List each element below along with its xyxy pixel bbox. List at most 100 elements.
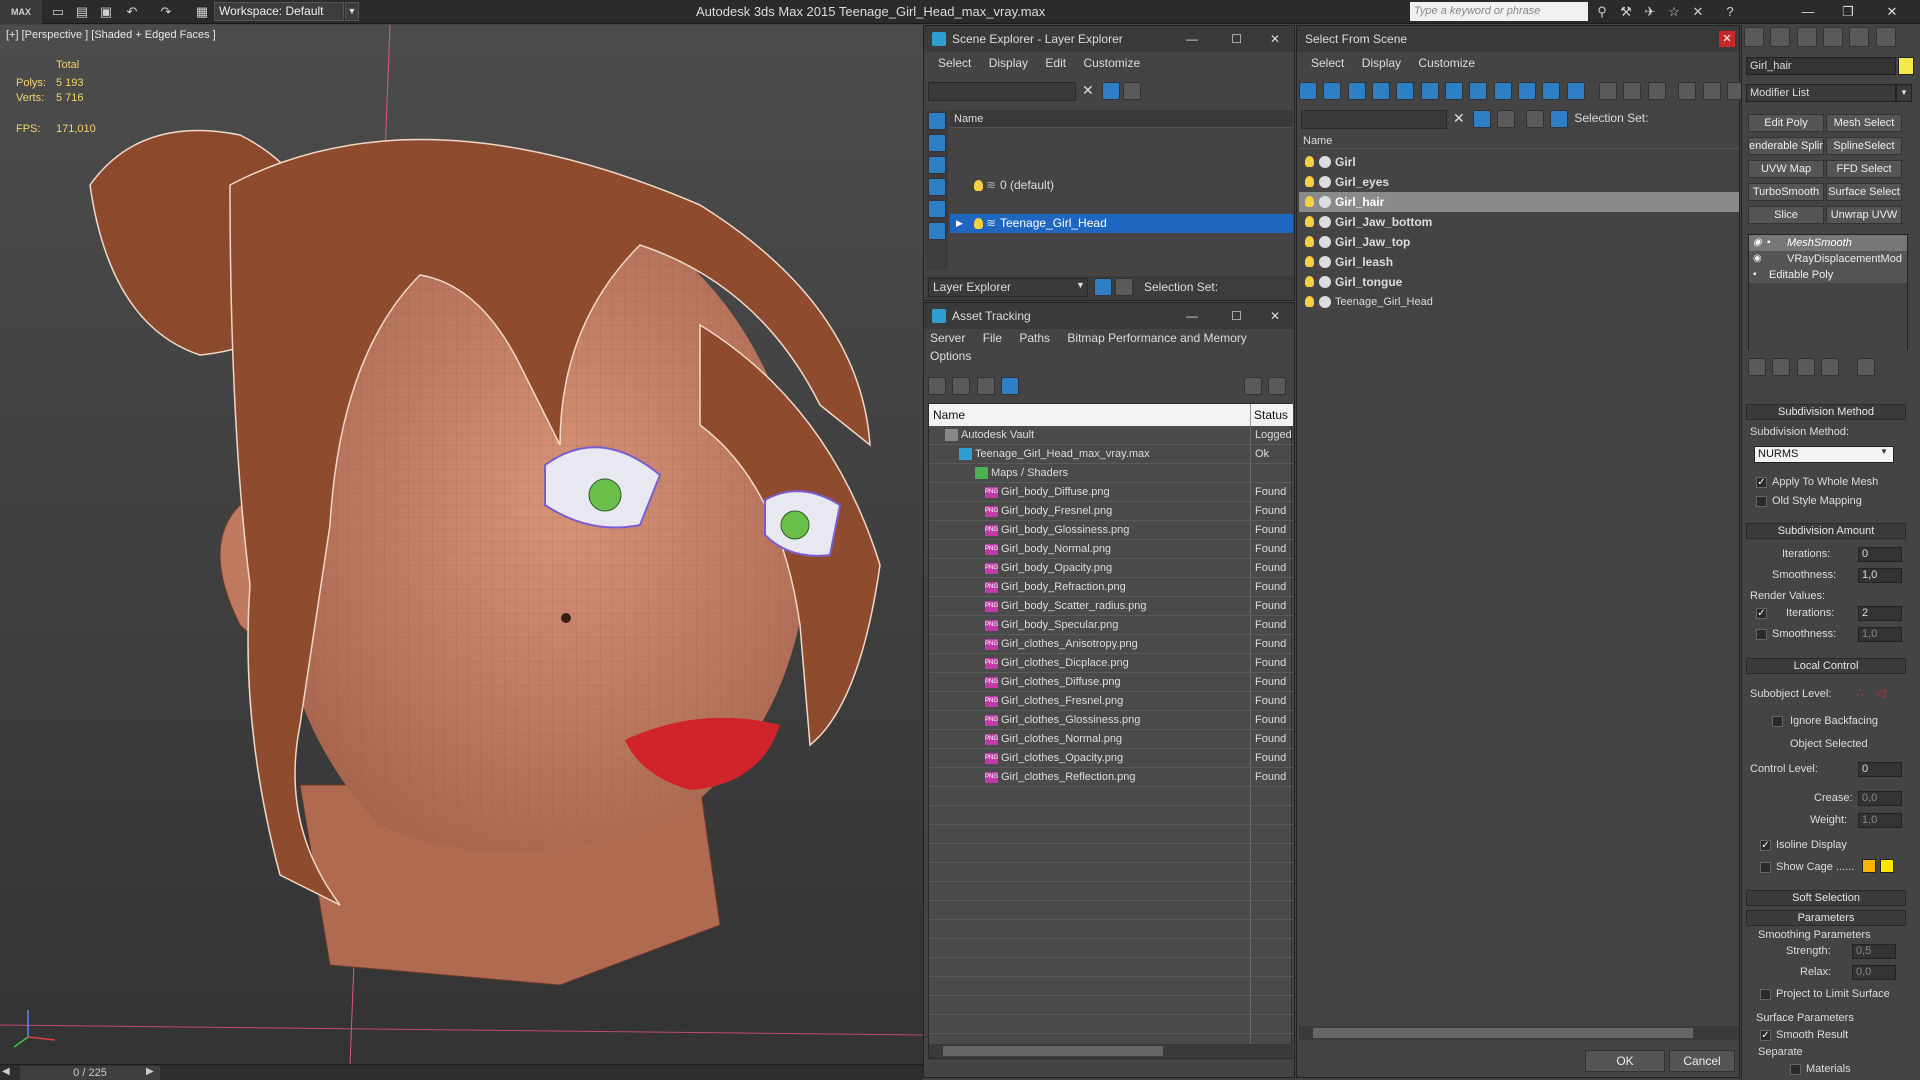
explorer-type-dropdown[interactable]: Layer Explorer (928, 278, 1088, 297)
asset-tracking-titlebar[interactable]: Asset Tracking — ☐ ✕ (924, 303, 1294, 329)
close-icon[interactable]: ✕ (1878, 3, 1906, 21)
light-bulb-icon[interactable] (1305, 296, 1314, 307)
asset-row[interactable]: PNG Girl_body_Glossiness.png Found (929, 521, 1293, 540)
new-file-icon[interactable]: ▭ (50, 4, 66, 20)
light-bulb-icon[interactable] (1305, 256, 1314, 267)
modifier-button[interactable]: Slice (1748, 206, 1824, 224)
crease-spinner[interactable]: 0,0 (1858, 791, 1902, 806)
menu-display[interactable]: Display (1362, 56, 1401, 70)
redo-icon[interactable]: ↷ (158, 4, 174, 20)
pin-stack-icon[interactable] (1748, 358, 1766, 376)
layer-icon[interactable] (1525, 110, 1544, 128)
funnel-icon[interactable] (1678, 82, 1697, 100)
filter-hidden-icon[interactable] (1566, 82, 1585, 100)
app-logo[interactable]: MAX (0, 0, 42, 24)
chevron-down-icon[interactable]: ▼ (1880, 447, 1888, 456)
filter-spacewarps-icon[interactable] (1420, 82, 1439, 100)
show-end-result-icon[interactable] (1772, 358, 1791, 376)
layer-toggle-icon[interactable] (1094, 278, 1112, 296)
stack-item-editable-poly[interactable]: ▪ Editable Poly (1749, 267, 1907, 283)
modifier-button[interactable]: TurboSmooth (1748, 183, 1824, 201)
utilities-tab-icon[interactable] (1875, 27, 1896, 47)
scene-explorer-titlebar[interactable]: Scene Explorer - Layer Explorer — ☐ ✕ (924, 26, 1294, 52)
expand-icon[interactable]: ▪ (1767, 235, 1771, 251)
column-header-name[interactable]: Name (929, 404, 1251, 426)
scene-object-row[interactable]: Teenage_Girl_Head (1299, 292, 1739, 312)
menu-select[interactable]: Select (938, 56, 971, 70)
close-icon[interactable]: ✕ (1719, 31, 1735, 47)
viewport-label[interactable]: [+] [Perspective ] [Shaded + Edged Faces… (6, 29, 216, 41)
modify-tab-icon[interactable] (1770, 27, 1791, 47)
filter-lights-icon[interactable] (1347, 82, 1366, 100)
motion-tab-icon[interactable] (1823, 27, 1844, 47)
filter-cameras-icon[interactable] (1372, 82, 1391, 100)
menu-file[interactable]: File (983, 331, 1002, 345)
asset-row[interactable]: PNG Girl_clothes_Opacity.png Found (929, 749, 1293, 768)
filter-helpers-icon[interactable] (1396, 82, 1415, 100)
hierarchy-mode-icon[interactable] (1550, 110, 1569, 128)
close-x-icon[interactable]: ✕ (1690, 4, 1706, 20)
cage-color-swatch-1[interactable] (1862, 859, 1876, 873)
remove-modifier-icon[interactable] (1821, 358, 1840, 376)
minimize-icon[interactable]: — (1794, 3, 1822, 21)
filter-geometry-icon[interactable] (1299, 82, 1317, 100)
asset-row[interactable]: PNG Girl_body_Normal.png Found (929, 540, 1293, 559)
asset-row[interactable]: PNG Girl_body_Fresnel.png Found (929, 502, 1293, 521)
asset-row[interactable]: PNG Girl_clothes_Fresnel.png Found (929, 692, 1293, 711)
asset-row[interactable]: Maps / Shaders (929, 464, 1293, 483)
menu-bitmap-performance[interactable]: Bitmap Performance and Memory (1067, 331, 1246, 345)
modifier-list-dropdown[interactable]: Modifier List (1746, 84, 1896, 102)
iterations-spinner[interactable]: 0 (1858, 547, 1902, 562)
object-color-swatch[interactable] (1898, 57, 1914, 75)
settings-icon[interactable] (1268, 377, 1287, 395)
display-spacewarps-icon[interactable] (928, 222, 946, 240)
smoothness-spinner[interactable]: 1,0 (1858, 568, 1902, 583)
stack-item-vraydisplacement[interactable]: ◉ VRayDisplacementMod (1749, 251, 1907, 267)
filter-groups-icon[interactable] (1445, 82, 1464, 100)
modifier-button[interactable]: enderable Splir (1748, 137, 1824, 155)
chevron-down-icon[interactable]: ▼ (1896, 84, 1912, 102)
scene-object-row[interactable]: Girl_eyes (1299, 172, 1739, 192)
restore-icon[interactable]: ❐ (1834, 3, 1862, 21)
menu-select[interactable]: Select (1311, 56, 1344, 70)
vertex-subobject-icon[interactable]: ∴ (1856, 686, 1864, 700)
list-view-icon[interactable] (952, 377, 971, 395)
hierarchy-icon[interactable] (1702, 82, 1721, 100)
show-cage-checkbox[interactable] (1760, 862, 1771, 873)
rollout-local-control[interactable]: Local Control (1746, 658, 1906, 674)
filter-xrefs-icon[interactable] (1469, 82, 1488, 100)
materials-checkbox[interactable] (1790, 1064, 1801, 1075)
menu-customize[interactable]: Customize (1418, 56, 1475, 70)
apply-whole-mesh-checkbox[interactable]: ✓ (1756, 477, 1767, 488)
configure-modifier-sets-icon[interactable] (1857, 358, 1876, 376)
binoculars-icon[interactable]: ⚲ (1594, 4, 1610, 20)
asset-row[interactable]: PNG Girl_clothes_Normal.png Found (929, 730, 1293, 749)
edge-subobject-icon[interactable]: ◁ (1876, 686, 1885, 700)
expand-arrow-icon[interactable]: ▶ (956, 214, 963, 233)
filter-icon[interactable] (1473, 110, 1491, 128)
modifier-button[interactable]: Surface Select (1826, 183, 1902, 201)
grid-view-icon[interactable] (1001, 377, 1020, 395)
chevron-down-icon[interactable]: ▼ (345, 2, 359, 21)
light-bulb-icon[interactable] (1305, 156, 1314, 167)
asset-row[interactable]: PNG Girl_clothes_Dicplace.png Found (929, 654, 1293, 673)
project-folder-icon[interactable]: ▦ (194, 4, 210, 20)
project-limit-checkbox[interactable] (1760, 989, 1771, 1000)
select-search-input[interactable] (1301, 110, 1447, 129)
rollout-subdivision-method[interactable]: Subdivision Method (1746, 404, 1906, 420)
asset-row[interactable]: PNG Girl_clothes_Glossiness.png Found (929, 711, 1293, 730)
light-bulb-icon[interactable] (1305, 236, 1314, 247)
menu-paths[interactable]: Paths (1019, 331, 1050, 345)
asset-row[interactable]: PNG Girl_body_Refraction.png Found (929, 578, 1293, 597)
cancel-button[interactable]: Cancel (1669, 1050, 1735, 1072)
strength-spinner[interactable]: 0,5 (1852, 944, 1896, 959)
clear-search-icon[interactable]: ✕ (1082, 82, 1094, 99)
display-shapes-icon[interactable] (928, 134, 946, 152)
asset-row[interactable]: PNG Girl_body_Opacity.png Found (929, 559, 1293, 578)
close-icon[interactable]: ✕ (1270, 303, 1280, 329)
filter-containers-icon[interactable] (1518, 82, 1537, 100)
relax-spinner[interactable]: 0,0 (1852, 965, 1896, 980)
horizontal-scrollbar[interactable] (1299, 1026, 1739, 1040)
chevron-down-icon[interactable]: ▼ (1076, 280, 1085, 290)
modifier-button[interactable]: Mesh Select (1826, 114, 1902, 132)
